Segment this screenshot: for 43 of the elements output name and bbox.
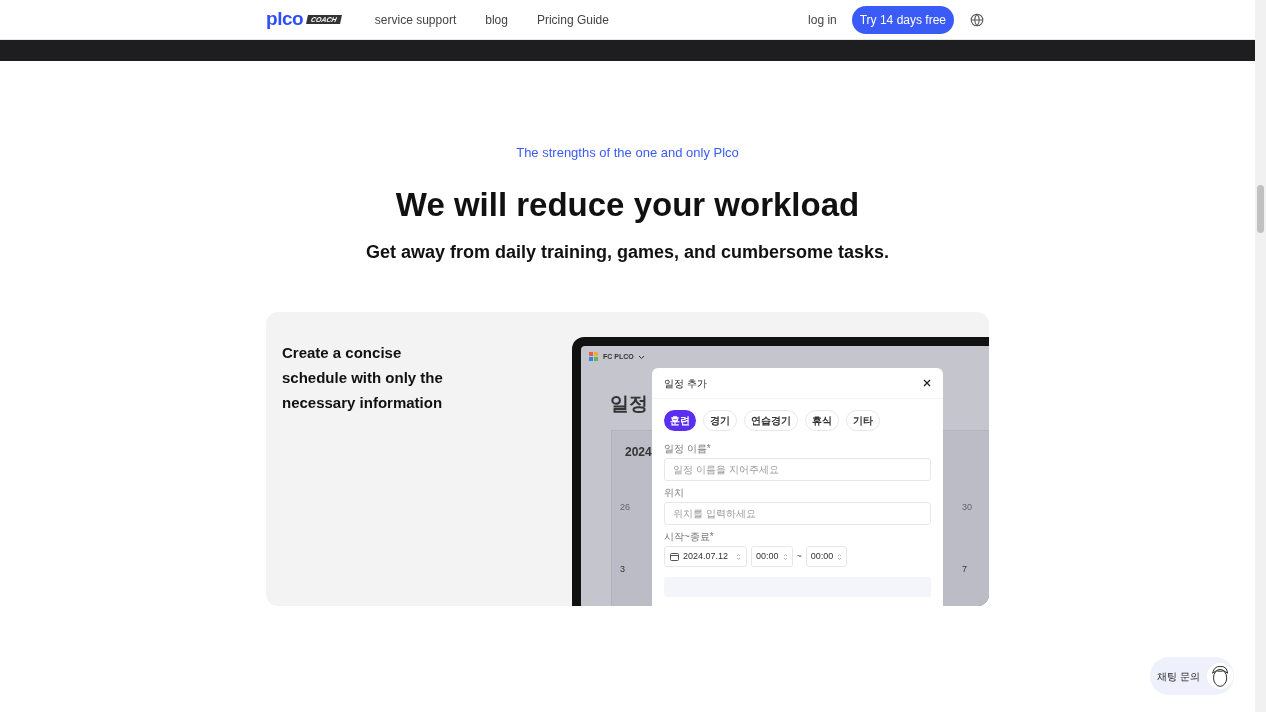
calendar-date: 3: [620, 563, 625, 576]
globe-icon[interactable]: [970, 12, 984, 27]
field-label: 위치: [664, 487, 685, 499]
section-subtitle: Get away from daily training, games, and cumbersome tasks.: [365, 241, 890, 264]
text-input[interactable]: 일정 이름을 지어주세요: [664, 458, 931, 481]
calendar-year: 2024: [625, 444, 652, 461]
category-chip[interactable]: 기타: [846, 410, 880, 431]
calendar-date: 7: [962, 563, 967, 576]
calendar-date: 30: [962, 501, 972, 514]
free-trial-button[interactable]: Try 14 days free: [851, 5, 954, 34]
logo[interactable]: plco: [266, 5, 304, 34]
category-chip[interactable]: 휴식: [805, 410, 839, 431]
scrollbar-thumb[interactable]: [1257, 185, 1264, 233]
stepper-icon: [837, 552, 843, 561]
category-chip[interactable]: 훈련: [664, 410, 696, 431]
category-chip[interactable]: 연습경기: [744, 410, 798, 431]
modal-title: 일정 추가: [664, 376, 707, 391]
field-label: 일정 이름*: [664, 443, 712, 455]
stepper-icon: [782, 552, 788, 561]
date-picker[interactable]: 2024.07.12: [664, 546, 748, 567]
chat-button[interactable]: 채팅 문의: [1150, 657, 1234, 695]
time-picker[interactable]: 00:00: [805, 546, 848, 567]
nav-link[interactable]: Pricing Guide: [536, 10, 609, 29]
section-title: We will reduce your workload: [395, 184, 860, 225]
calendar-icon: [670, 552, 679, 561]
date-value: 2024.07.12: [683, 549, 729, 563]
section-eyebrow: The strengths of the one and only Plco: [516, 144, 739, 162]
field-label: 시작~종료*: [664, 531, 715, 543]
calendar-date: 26: [620, 501, 630, 514]
feature-heading: Create a concise schedule with only the necessary information: [282, 343, 444, 413]
login-link[interactable]: log in: [808, 10, 837, 29]
nav-link[interactable]: service support: [374, 10, 457, 29]
range-separator: ~: [796, 549, 802, 563]
nav-link[interactable]: blog: [485, 10, 508, 29]
time-picker[interactable]: 00:00: [751, 546, 793, 567]
stepper-icon: [736, 552, 742, 561]
page-title: 일정: [610, 392, 648, 416]
team-logo-icon: [589, 352, 599, 362]
close-icon[interactable]: [923, 379, 931, 387]
text-input[interactable]: 위치를 입력하세요: [664, 502, 931, 525]
category-chip[interactable]: 경기: [703, 410, 737, 431]
avatar-icon: [1205, 661, 1234, 691]
chevron-down-icon: [637, 354, 645, 360]
